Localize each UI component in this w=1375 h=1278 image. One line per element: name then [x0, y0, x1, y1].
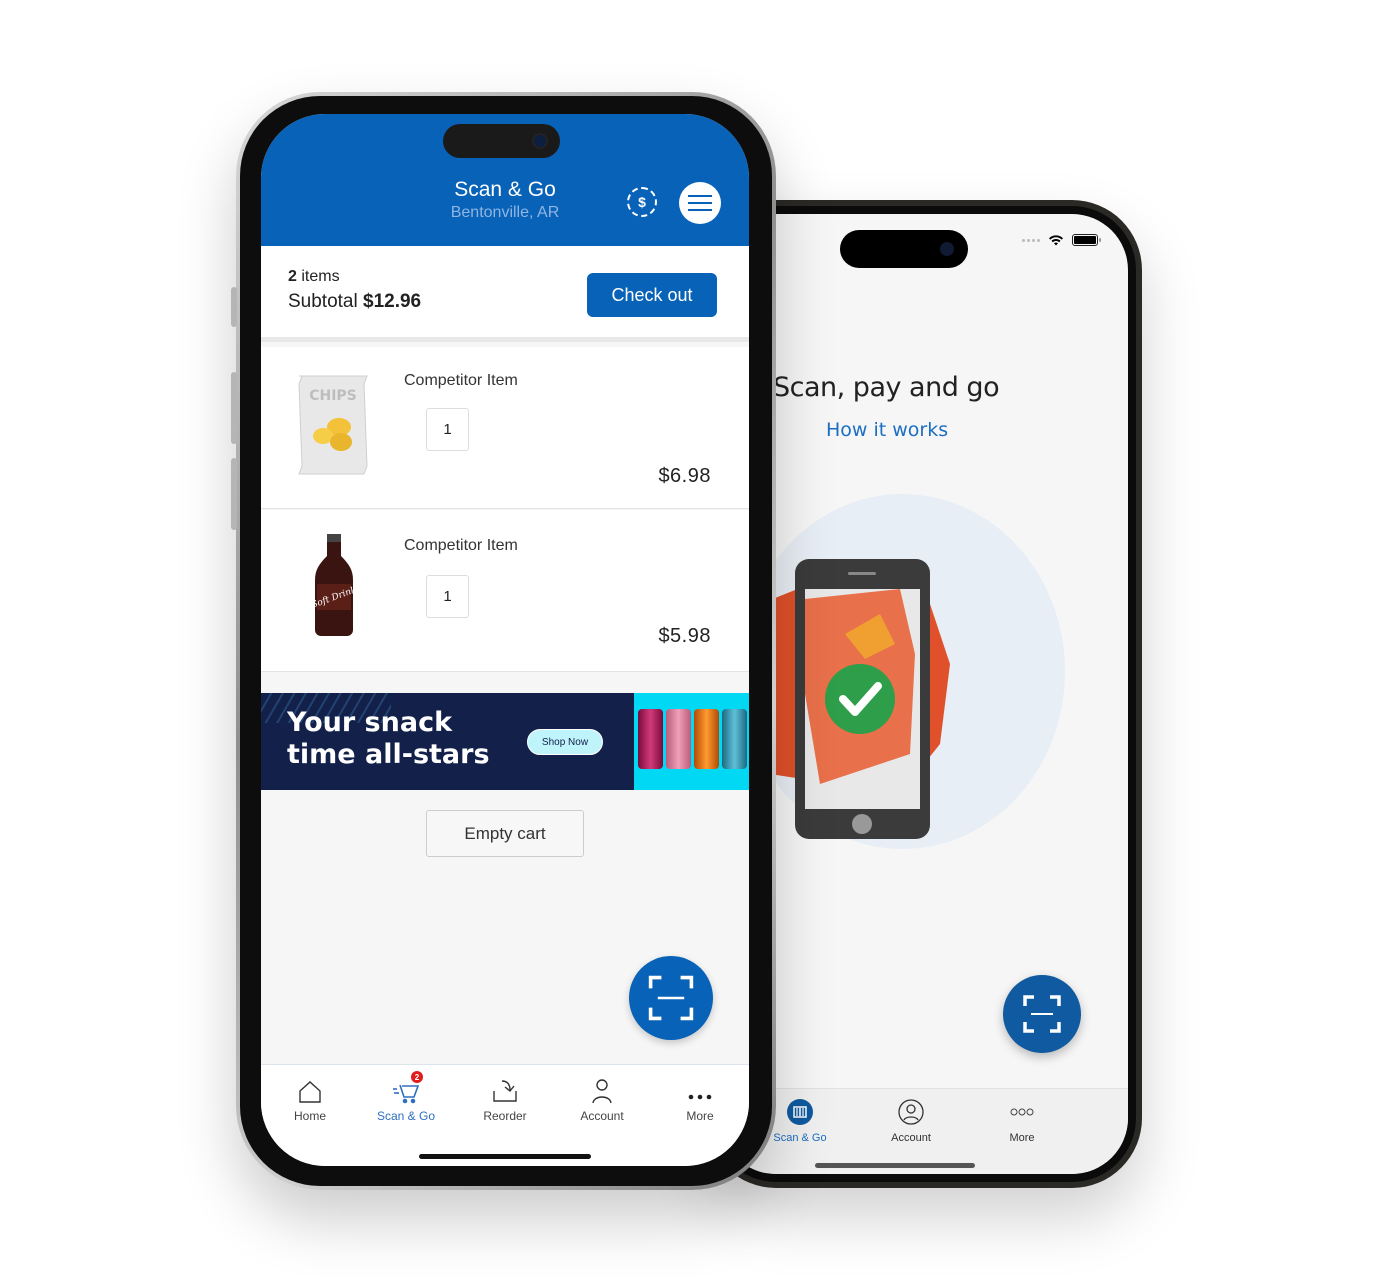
more-icon: [1010, 1108, 1034, 1116]
front-phone: Scan & Go Bentonville, AR $ 2 items Subt…: [231, 92, 776, 1190]
empty-cart-button[interactable]: Empty cart: [426, 810, 584, 857]
signal-icon: [1022, 238, 1040, 242]
soda-cans-image: [634, 693, 749, 790]
home-icon: [299, 1081, 321, 1103]
scan-fab-button[interactable]: [629, 956, 713, 1040]
tab-label: More: [1009, 1132, 1035, 1144]
bottom-tab-bar: Home 2 Scan & Go Reorder Account More: [261, 1064, 749, 1166]
tab-account[interactable]: Account: [861, 1099, 961, 1144]
front-phone-screen: Scan & Go Bentonville, AR $ 2 items Subt…: [261, 114, 749, 1166]
account-icon: [592, 1079, 612, 1104]
scan-frame-icon: [648, 975, 694, 1021]
how-it-works-link[interactable]: How it works: [826, 419, 948, 441]
account-icon: [898, 1099, 924, 1125]
subtotal: Subtotal $12.96: [288, 291, 422, 312]
store-location[interactable]: Bentonville, AR: [261, 204, 749, 222]
home-indicator: [419, 1154, 591, 1159]
tab-account[interactable]: Account: [557, 1075, 647, 1123]
tab-label: Home: [293, 1109, 326, 1123]
cart-count-badge: 2: [411, 1071, 423, 1083]
tab-scan-and-go[interactable]: 2 Scan & Go: [361, 1071, 451, 1123]
onboarding-headline: Scan, pay and go: [773, 372, 1000, 403]
hamburger-icon: [688, 195, 712, 197]
scan-frame-icon: [1023, 995, 1061, 1033]
status-bar: [1022, 234, 1101, 246]
item-name: Competitor Item: [404, 537, 518, 554]
reorder-icon: [493, 1080, 517, 1102]
menu-button[interactable]: [679, 182, 721, 224]
battery-icon: [1072, 234, 1101, 246]
checkout-button[interactable]: Check out: [587, 273, 717, 317]
dynamic-island: [840, 230, 968, 268]
tab-label: Reorder: [483, 1109, 527, 1123]
cart-item[interactable]: Soft Drink Competitor Item 1 $5.98: [261, 510, 749, 672]
dollar-icon[interactable]: $: [627, 187, 657, 217]
quantity-field[interactable]: 1: [426, 408, 469, 451]
dynamic-island: [443, 124, 560, 158]
tab-label: Account: [891, 1132, 931, 1144]
item-price: $5.98: [658, 625, 711, 647]
tab-label: Scan & Go: [376, 1109, 436, 1123]
wifi-icon: [1049, 235, 1063, 246]
soft-drink-bottle-image: Soft Drink: [311, 534, 357, 636]
tab-label: Account: [580, 1109, 624, 1123]
banner-headline: Your snack time all-stars: [287, 707, 490, 770]
item-count: 2 items: [288, 268, 340, 285]
tab-reorder[interactable]: Reorder: [460, 1075, 550, 1123]
promo-banner[interactable]: Your snack time all-stars Shop Now: [261, 693, 749, 790]
home-indicator: [815, 1163, 975, 1168]
scan-phone-illustration: [755, 559, 950, 839]
cart-item[interactable]: CHIPS Competitor Item 1 $6.98: [261, 347, 749, 509]
barcode-icon: [787, 1099, 813, 1125]
scan-fab-button[interactable]: [1003, 975, 1081, 1053]
tab-label: More: [686, 1109, 714, 1123]
item-price: $6.98: [658, 465, 711, 487]
page-title: Scan & Go: [454, 178, 556, 201]
shop-now-button[interactable]: Shop Now: [527, 729, 603, 755]
chips-bag-image: CHIPS: [298, 375, 368, 475]
item-name: Competitor Item: [404, 372, 518, 389]
back-phone-screen: Scan, pay and go How it works Scan & Go: [720, 214, 1128, 1174]
more-icon: [688, 1094, 712, 1100]
tab-home[interactable]: Home: [265, 1075, 355, 1123]
tab-more[interactable]: More: [655, 1075, 745, 1123]
back-tab-bar: Scan & Go Account More: [720, 1088, 1128, 1174]
quantity-field[interactable]: 1: [426, 575, 469, 618]
svg-text:CHIPS: CHIPS: [309, 388, 357, 404]
app-header: Scan & Go Bentonville, AR $: [261, 114, 749, 246]
tab-more[interactable]: More: [972, 1099, 1072, 1144]
cart-summary: 2 items Subtotal $12.96 Check out: [261, 246, 749, 342]
